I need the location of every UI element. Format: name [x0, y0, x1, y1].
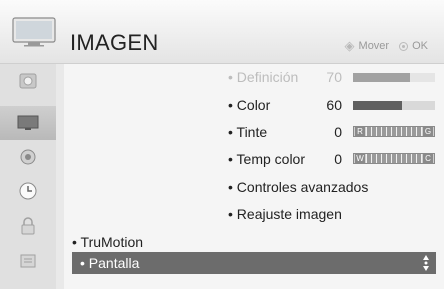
audio-icon	[20, 149, 36, 165]
tinte-right-end: G	[423, 127, 433, 136]
menu-item-temp-color[interactable]: • Temp color 0 W C	[228, 151, 438, 167]
trumotion-label: • TruMotion	[72, 234, 144, 250]
tinte-label: • Tinte	[228, 124, 268, 140]
definicion-level-bar	[353, 73, 435, 82]
color-level-fill	[353, 101, 403, 110]
reajuste-imagen-label: • Reajuste imagen	[228, 206, 342, 222]
menu-content: • Definición 70 • Color 60 • Tinte 0 R G…	[64, 64, 444, 289]
color-label: • Color	[228, 97, 271, 113]
menu-item-color[interactable]: • Color 60	[228, 97, 438, 113]
menu-item-pantalla[interactable]: • Pantalla	[72, 252, 436, 274]
menu-title: IMAGEN	[70, 30, 159, 55]
options-icon	[20, 254, 36, 268]
rail-item-picture[interactable]	[0, 106, 56, 140]
up-down-arrows-icon	[423, 255, 429, 271]
photo-icon	[19, 73, 37, 89]
hint-ok-label: OK	[412, 40, 428, 52]
rail-item-photo[interactable]	[0, 64, 56, 98]
definicion-level-fill	[353, 73, 411, 82]
temp-color-value: 0	[334, 151, 342, 167]
picture-tv-icon	[12, 17, 56, 47]
temp-color-label: • Temp color	[228, 151, 306, 167]
menu-item-definicion[interactable]: • Definición 70	[228, 69, 438, 85]
temp-color-left-end: W	[355, 154, 365, 163]
definicion-label: • Definición	[228, 69, 299, 85]
picture-tv-icon	[17, 115, 39, 130]
rail-item-audio[interactable]	[0, 140, 56, 174]
clock-icon	[19, 182, 37, 200]
color-level-bar	[353, 101, 435, 110]
menu-item-trumotion[interactable]: • TruMotion	[72, 234, 143, 250]
menu-item-reajuste-imagen[interactable]: • Reajuste imagen	[228, 206, 342, 222]
tinte-balance-bar: R G	[353, 126, 435, 137]
rail-item-options[interactable]	[0, 244, 56, 278]
lock-icon	[21, 217, 35, 235]
color-value: 60	[326, 97, 342, 113]
temp-color-ticks	[366, 154, 422, 163]
temp-color-balance-bar: W C	[353, 153, 435, 164]
rail-item-lock[interactable]	[0, 209, 56, 243]
tinte-left-end: R	[355, 127, 365, 136]
temp-color-right-end: C	[423, 154, 433, 163]
ok-button-icon	[399, 41, 409, 51]
navigation-hint: ◈ Mover OK	[345, 38, 428, 54]
tv-menu-window: IMAGEN ◈ Mover OK • Definición 70 • Colo…	[0, 0, 444, 289]
definicion-value: 70	[326, 69, 342, 85]
menu-header: IMAGEN ◈ Mover OK	[0, 0, 444, 64]
category-rail	[0, 64, 56, 289]
dpad-icon: ◈	[344, 38, 355, 53]
tinte-value: 0	[334, 124, 342, 140]
menu-item-tinte[interactable]: • Tinte 0 R G	[228, 124, 438, 140]
pantalla-label: • Pantalla	[80, 255, 140, 271]
hint-move-label: Mover	[358, 40, 390, 52]
tinte-ticks	[366, 127, 422, 136]
menu-item-controles-avanzados[interactable]: • Controles avanzados	[228, 179, 368, 195]
controles-avanzados-label: • Controles avanzados	[228, 179, 369, 195]
rail-item-time[interactable]	[0, 174, 56, 208]
